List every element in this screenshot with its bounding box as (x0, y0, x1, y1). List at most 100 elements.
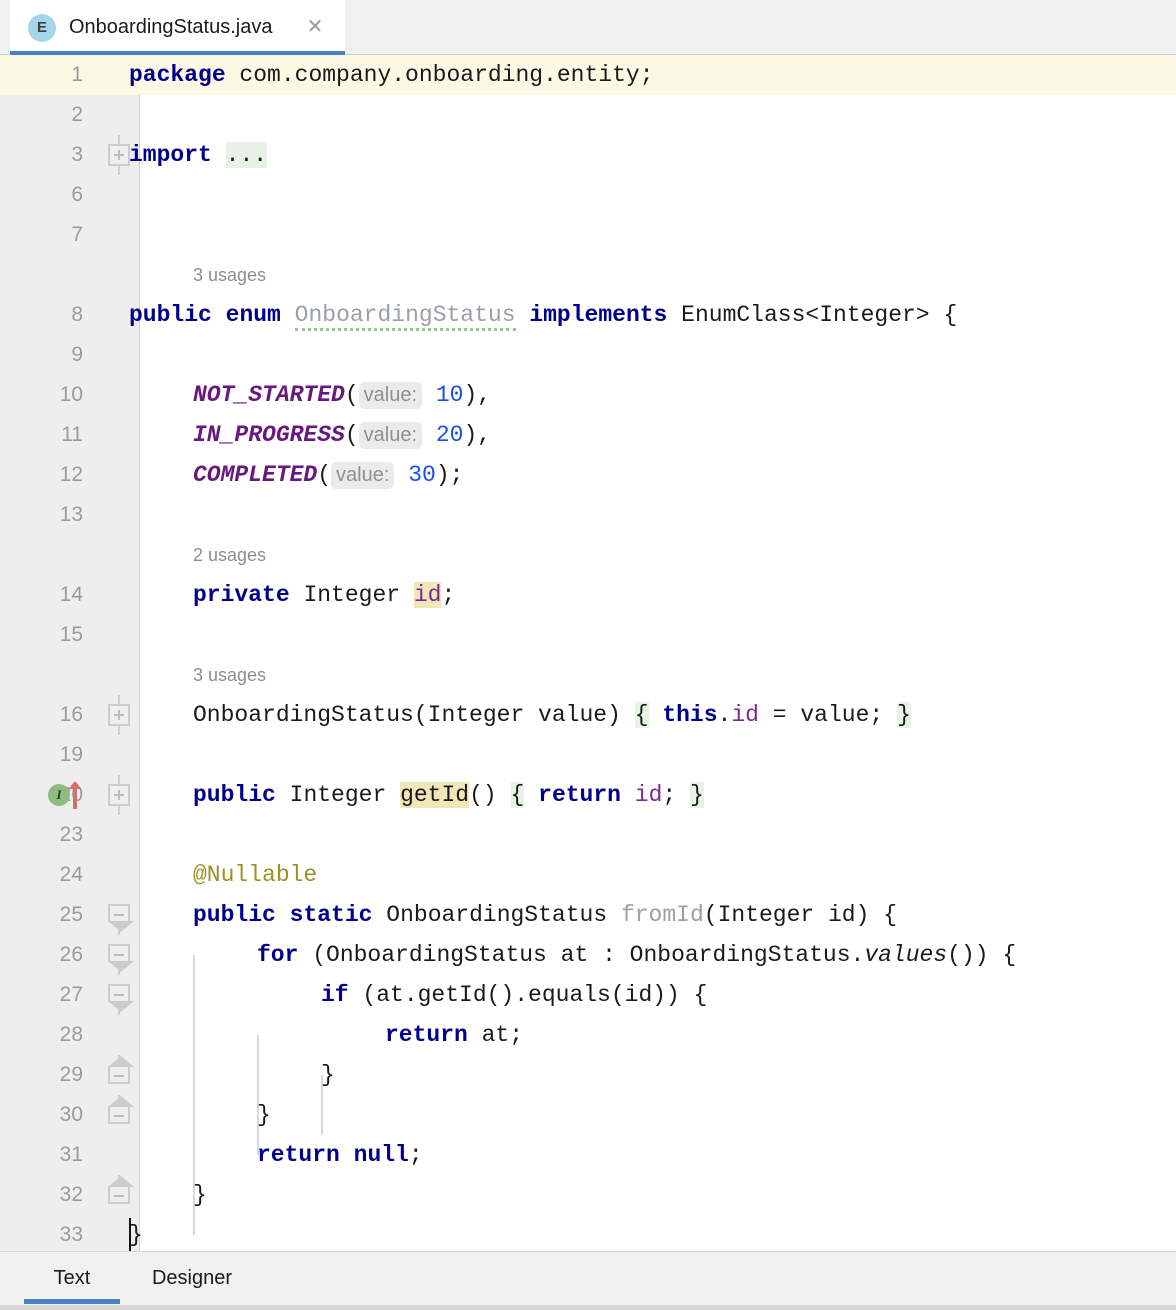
code-line-1[interactable]: 1 package com.company.onboarding.entity; (0, 55, 1176, 95)
line-number[interactable]: 10 (0, 375, 83, 415)
folded-imports-placeholder[interactable]: ... (225, 142, 268, 168)
line-number[interactable]: 19 (0, 735, 83, 775)
line-number[interactable]: 13 (0, 495, 83, 535)
line-number[interactable]: 6 (0, 175, 83, 215)
line-number[interactable]: 11 (0, 415, 83, 455)
usages-hint[interactable]: 3 usages (193, 255, 266, 295)
fold-end-method-icon[interactable] (108, 1175, 134, 1215)
line-number[interactable]: 28 (0, 1015, 83, 1055)
code-line-24[interactable]: 24 @Nullable (0, 855, 1176, 895)
type-integer: Integer (289, 782, 387, 808)
line-number[interactable]: 7 (0, 215, 83, 255)
code-line-28[interactable]: 28 return at; (0, 1015, 1176, 1055)
overrides-arrow-icon[interactable] (68, 781, 82, 809)
expand-constructor-fold-icon[interactable] (108, 695, 130, 735)
keyword-for: for (257, 942, 299, 968)
keyword-import: import (129, 142, 212, 168)
line-number[interactable]: 32 (0, 1175, 83, 1215)
line-number[interactable]: 31 (0, 1135, 83, 1175)
code-line-33[interactable]: 33 } (0, 1215, 1176, 1251)
line-number[interactable]: 24 (0, 855, 83, 895)
code-text: import ... (129, 135, 268, 175)
for-tail: ()) { (947, 942, 1017, 968)
code-text: return at; (385, 1015, 523, 1055)
code-line-26[interactable]: 26 for (OnboardingStatus at : Onboarding… (0, 935, 1176, 975)
code-line-7[interactable]: 7 (0, 215, 1176, 255)
code-line-31[interactable]: 31 return null; (0, 1135, 1176, 1175)
usages-hint[interactable]: 2 usages (193, 535, 266, 575)
code-line-16[interactable]: 16 OnboardingStatus(Integer value) { thi… (0, 695, 1176, 735)
code-line-20[interactable]: 20 I public Integer getId() { return id;… (0, 775, 1176, 815)
line-number[interactable]: 14 (0, 575, 83, 615)
keyword-private: private (193, 582, 290, 608)
line-number[interactable]: 33 (0, 1215, 83, 1251)
code-line-13[interactable]: 13 (0, 495, 1176, 535)
code-line-2[interactable]: 2 (0, 95, 1176, 135)
line-number[interactable]: 15 (0, 615, 83, 655)
code-line-27[interactable]: 27 if (at.getId().equals(id)) { (0, 975, 1176, 1015)
expand-imports-fold-icon[interactable] (108, 135, 130, 175)
tab-designer-label: Designer (151, 1266, 233, 1289)
collapse-if-fold-icon[interactable] (108, 975, 134, 1015)
line-number[interactable]: 2 (0, 95, 83, 135)
code-line-29[interactable]: 29 } (0, 1055, 1176, 1095)
line-number[interactable]: 26 (0, 935, 83, 975)
code-line-12[interactable]: 12 COMPLETED(value: 30); (0, 455, 1176, 495)
values-call: values (864, 942, 948, 968)
code-text: public static OnboardingStatus fromId(In… (193, 895, 897, 935)
line-number[interactable]: 1 (0, 55, 83, 95)
line-number[interactable]: 8 (0, 295, 83, 335)
expand-getid-fold-icon[interactable] (108, 775, 130, 815)
code-line-30[interactable]: 30 } (0, 1095, 1176, 1135)
code-line-11[interactable]: 11 IN_PROGRESS(value: 20), (0, 415, 1176, 455)
code-line-14[interactable]: 14 private Integer id; (0, 575, 1176, 615)
collapse-for-fold-icon[interactable] (108, 935, 134, 975)
close-icon[interactable]: ✕ (305, 17, 325, 38)
implementing-method-icon[interactable]: I (48, 784, 70, 806)
editor-view-tabs: Text Designer (0, 1251, 1176, 1310)
fold-end-for-icon[interactable] (108, 1095, 134, 1135)
tab-designer[interactable]: Designer (128, 1252, 256, 1304)
parameter-name-hint: value: (358, 422, 423, 449)
line-number[interactable]: 29 (0, 1055, 83, 1095)
line-number[interactable]: 12 (0, 455, 83, 495)
brace-close-highlight: } (690, 782, 704, 808)
brace: { (943, 302, 958, 328)
method-getid: getId (400, 782, 470, 808)
enum-value: 20 (435, 422, 464, 448)
line-number[interactable]: 23 (0, 815, 83, 855)
tab-title: OnboardingStatus.java (69, 16, 273, 38)
code-line-19[interactable]: 19 (0, 735, 1176, 775)
code-editor[interactable]: 1 package com.company.onboarding.entity;… (0, 55, 1176, 1251)
code-line-32[interactable]: 32 } (0, 1175, 1176, 1215)
code-text: COMPLETED(value: 30); (193, 455, 463, 495)
code-line-9[interactable]: 9 (0, 335, 1176, 375)
code-line-8[interactable]: 8 public enum OnboardingStatus implement… (0, 295, 1176, 335)
keyword-return: return (385, 1022, 468, 1048)
line-number[interactable]: 9 (0, 335, 83, 375)
tab-onboardingstatus-java[interactable]: E OnboardingStatus.java ✕ (10, 0, 345, 55)
return-type: OnboardingStatus (386, 902, 608, 928)
collapse-frommid-fold-icon[interactable] (108, 895, 134, 935)
brace: } (257, 1102, 271, 1128)
line-number[interactable]: 27 (0, 975, 83, 1015)
code-line-15[interactable]: 15 (0, 615, 1176, 655)
code-line-3[interactable]: 3 import ... (0, 135, 1176, 175)
line-number[interactable]: 30 (0, 1095, 83, 1135)
code-text: package com.company.onboarding.entity; (129, 55, 654, 95)
paren: ( (344, 382, 359, 408)
code-text: NOT_STARTED(value: 10), (193, 375, 491, 415)
tab-text[interactable]: Text (24, 1252, 120, 1304)
line-number[interactable]: 16 (0, 695, 83, 735)
code-line-23[interactable]: 23 (0, 815, 1176, 855)
semicolon: ; (662, 782, 677, 808)
code-line-25[interactable]: 25 public static OnboardingStatus fromId… (0, 895, 1176, 935)
code-line-10[interactable]: 10 NOT_STARTED(value: 10), (0, 375, 1176, 415)
usages-hint[interactable]: 3 usages (193, 655, 266, 695)
for-header: (OnboardingStatus at : OnboardingStatus. (298, 942, 865, 968)
line-number[interactable]: 25 (0, 895, 83, 935)
package-name: com.company.onboarding.entity; (225, 62, 654, 88)
fold-end-if-icon[interactable] (108, 1055, 134, 1095)
code-line-6[interactable]: 6 (0, 175, 1176, 215)
line-number[interactable]: 3 (0, 135, 83, 175)
